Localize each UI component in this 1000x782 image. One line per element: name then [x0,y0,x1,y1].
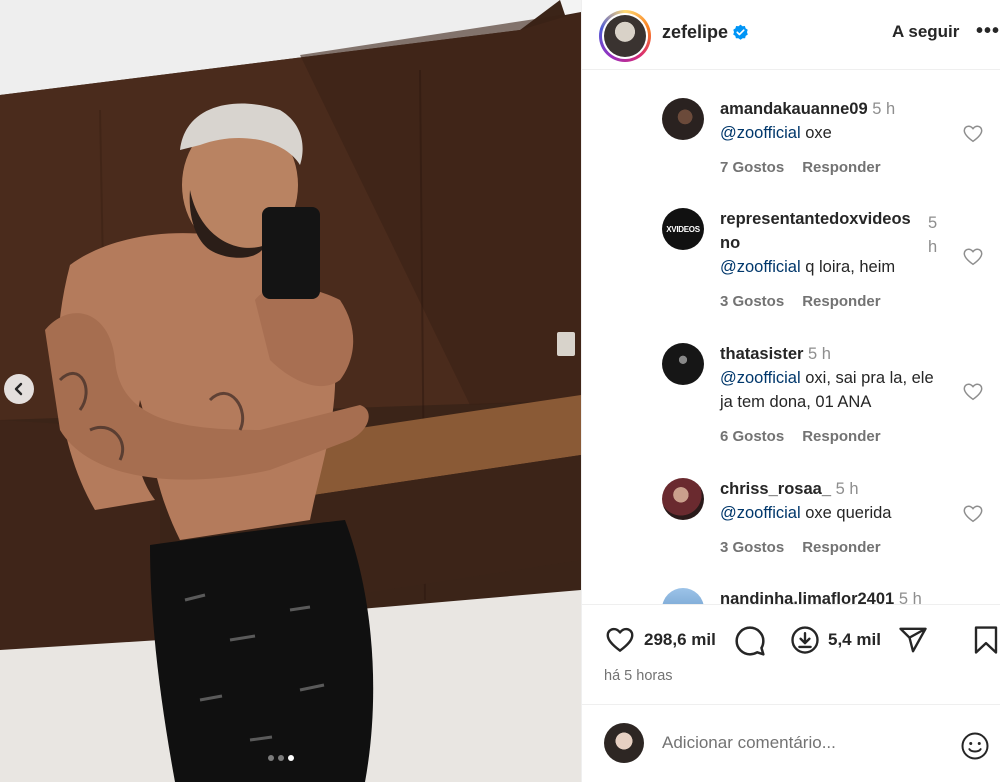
like-button[interactable]: 298,6 mil [604,625,716,655]
comment-meta: 3 Gostos Responder [720,293,881,310]
comment-like-heart-icon[interactable] [962,381,984,403]
comment-input[interactable] [662,733,942,753]
comment-time: 5 h [898,590,922,604]
bookmark-button[interactable] [972,625,1000,655]
like-count[interactable]: 298,6 mil [644,630,716,650]
comment-likes[interactable]: 7 Gostos [720,159,784,176]
comment-content: q loira, heim [805,258,896,276]
post-media [0,0,581,782]
comment-content: oxe [805,124,832,142]
comment-mention[interactable]: @zoofficial [720,258,801,276]
comment-mention[interactable]: @zoofficial [720,124,801,142]
carousel-dot-active [288,755,294,761]
chevron-left-icon [14,382,23,396]
heart-icon [606,627,634,652]
comments-list[interactable]: amandakauanne09 5 h @zoofficial oxe 7 Go… [582,71,1000,604]
author-avatar[interactable] [599,10,651,62]
current-user-avatar [604,723,644,763]
comment-username[interactable]: nandinha.limaflor2401 [720,590,894,604]
comment-avatar[interactable] [662,343,704,385]
comment-meta: 6 Gostos Responder [720,428,881,445]
reply-button[interactable]: Responder [802,539,880,556]
comment-time: 5 h [808,345,831,363]
comment-username[interactable]: amandakauanne09 [720,100,868,118]
following-button[interactable]: A seguir [892,22,959,42]
comment-time: 5 h [835,480,859,498]
post-actions-bar: 298,6 mil 5,4 mil há 5 horas [582,604,1000,704]
comment-time: 5 h [928,214,938,256]
post-timestamp[interactable]: há 5 horas [604,668,673,684]
reply-button[interactable]: Responder [802,293,880,310]
comment-like-heart-icon[interactable] [962,123,984,145]
comment-text: chriss_rosaa_ 5 h @zoofficial oxe querid… [720,477,950,525]
send-icon [899,627,927,653]
reply-button[interactable]: Responder [802,159,880,176]
carousel-dot [278,755,284,761]
post-side-panel: zefelipe A seguir ••• amandakauanne09 5 … [581,0,1000,782]
share-button[interactable] [898,625,928,655]
bookmark-icon [974,626,998,654]
comment-avatar[interactable] [662,98,704,140]
comment-username-wrap: no [720,234,741,252]
comment-bubble-icon [735,626,765,656]
more-options-icon[interactable]: ••• [976,20,1000,43]
add-comment-bar [582,704,1000,782]
comment-meta: 3 Gostos Responder [720,539,881,556]
comment-text: representantedoxvideos no @zoofficial q … [720,207,950,279]
comment-like-heart-icon[interactable] [962,246,984,268]
comment-avatar[interactable] [662,588,704,604]
carousel-dot [268,755,274,761]
comment-text: nandinha.limaflor2401 5 h [720,587,960,604]
comment-likes[interactable]: 3 Gostos [720,293,784,310]
save-count[interactable]: 5,4 mil [828,630,881,650]
post-photo [0,0,581,782]
comment-text: amandakauanne09 5 h @zoofficial oxe [720,97,950,145]
reply-button[interactable]: Responder [802,428,880,445]
save-count-button[interactable]: 5,4 mil [790,625,881,655]
comment-time: 5 h [872,100,896,118]
comment-username[interactable]: representantedoxvideos [720,210,911,228]
xvideos-logo-text: XVIDEOS [666,224,700,234]
carousel-prev-button[interactable] [4,374,34,404]
comment-content: oxe querida [805,504,892,522]
download-circle-icon [791,626,819,654]
comment-avatar[interactable] [662,478,704,520]
comment-avatar[interactable]: XVIDEOS [662,208,704,250]
post-header: zefelipe A seguir ••• [582,0,1000,70]
comment-likes[interactable]: 3 Gostos [720,539,784,556]
comment-meta: 7 Gostos Responder [720,159,881,176]
emoji-icon[interactable] [960,731,990,761]
comment-likes[interactable]: 6 Gostos [720,428,784,445]
comment-button[interactable] [734,625,766,657]
comment-username[interactable]: thatasister [720,345,803,363]
author-username[interactable]: zefelipe [662,22,728,43]
comment-mention[interactable]: @zoofficial [720,504,801,522]
verified-badge-icon [733,24,748,40]
comment-username[interactable]: chriss_rosaa_ [720,480,831,498]
comment-text: thatasister 5 h @zoofficial oxi, sai pra… [720,342,935,414]
comment-mention[interactable]: @zoofficial [720,369,801,387]
carousel-indicator [268,755,294,761]
comment-like-heart-icon[interactable] [962,503,984,525]
